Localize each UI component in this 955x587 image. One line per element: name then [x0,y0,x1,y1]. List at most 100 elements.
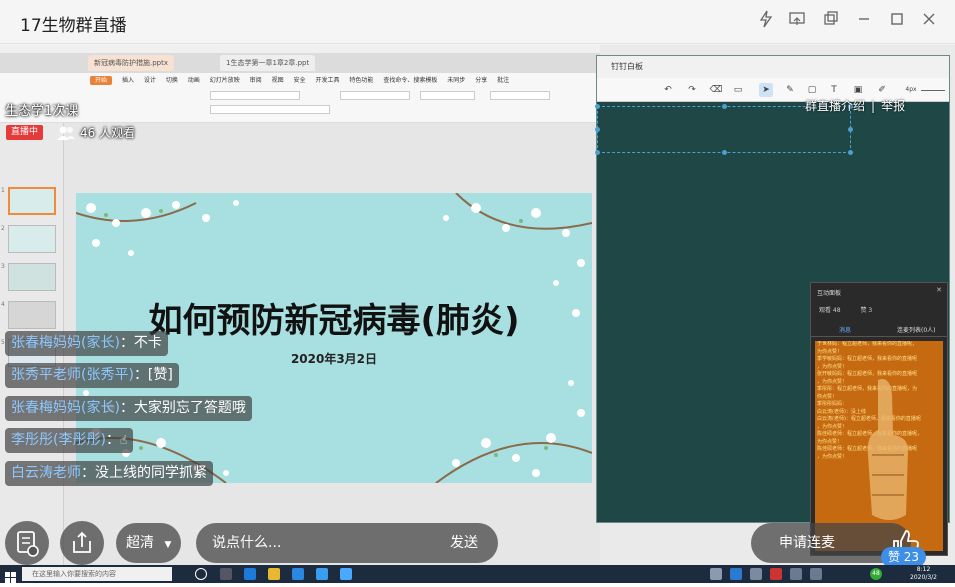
slide-thumb-2[interactable] [8,225,56,253]
slide-thumb-3[interactable] [8,263,56,291]
paragraph-box[interactable] [340,91,410,100]
undo-icon[interactable]: ↶ [661,83,675,97]
tab-raise-hand[interactable]: 连麦列表(0人) [897,325,936,334]
report-link[interactable]: 举报 [881,99,905,113]
popout-icon[interactable] [820,10,842,32]
cortana-icon[interactable] [195,568,207,580]
ppt-tab-2[interactable]: 1生态学第一章1章2章.ppt [220,55,316,71]
comment-input[interactable]: 说点什么... 发送 [196,523,498,563]
ppt-menu-transition[interactable]: 切换 [166,77,178,84]
tray-icon[interactable] [750,568,762,580]
comment-text: ：大家别忘了答题哦 [119,400,246,416]
ppt-menu-slideshow[interactable]: 幻灯片放映 [210,77,240,84]
thumb-number: 1 [1,187,5,194]
title-bar: 17生物群直播 [0,0,955,44]
clear-icon[interactable]: ▭ [731,83,745,97]
close-icon[interactable] [918,10,940,32]
app-icon[interactable] [316,568,328,580]
tab-messages[interactable]: 消息 [839,325,851,334]
selection-handle[interactable] [722,150,727,155]
comment-author[interactable]: 张秀平老师(张秀平) [11,367,134,383]
app-icon[interactable] [340,568,352,580]
dingtalk-icon[interactable] [292,568,304,580]
minimize-icon[interactable] [853,10,875,32]
selection-handle[interactable] [848,127,853,132]
windows-start-icon[interactable] [5,568,16,583]
clock[interactable]: 8:12 2020/3/2 [910,566,937,582]
text-icon[interactable]: T [827,83,841,97]
ppt-menu-review[interactable]: 审阅 [250,77,262,84]
ppt-menu-search[interactable]: 查找命令、搜索模板 [383,77,437,84]
interaction-panel: 互动面板 ✕ 观看 48 赞 3 消息 连麦列表(0人) 于世林妈：程立超老师，… [810,282,948,556]
tray-icon[interactable] [730,568,742,580]
selection-handle[interactable] [722,104,727,109]
panel-close-icon[interactable]: ✕ [936,286,942,294]
quality-select[interactable]: 超清 ▼ [116,523,181,563]
share-button[interactable] [60,521,104,565]
lightning-icon[interactable] [755,10,777,32]
thumb-number: 2 [1,225,5,232]
note-button[interactable] [5,521,49,565]
comment-text: ：没上线的同学抓紧 [81,465,207,481]
ppt-menu-security[interactable]: 安全 [294,77,306,84]
live-video: 新冠病毒防护措施.pptx 1生态学第一章1章2章.ppt 开始 插入 设计 切… [0,45,955,565]
size-label: 4px [905,86,917,93]
ppt-menu-design[interactable]: 设计 [144,77,156,84]
ppt-tab-1[interactable]: 新冠病毒防护措施.pptx [88,55,174,71]
eraser-icon[interactable]: ⌫ [709,83,723,97]
group-intro-link[interactable]: 群直播介绍 [805,99,865,113]
selection-handle[interactable] [848,150,853,155]
font-box[interactable] [210,91,300,100]
ppt-menu-features[interactable]: 特色功能 [349,77,373,84]
tray-icon[interactable] [710,568,722,580]
ppt-menu-share[interactable]: 分享 [475,77,487,84]
ppt-menu-insert[interactable]: 插入 [122,77,134,84]
selection-handle[interactable] [595,150,600,155]
pen-icon[interactable]: ✎ [783,83,797,97]
shape-box[interactable] [420,91,475,100]
screen-share-icon[interactable] [786,10,808,32]
comment-item: 张春梅妈妈(家长)：不卡 [5,331,168,356]
task-view-icon[interactable] [220,568,232,580]
ppt-menu-unsynced[interactable]: 未同步 [447,77,465,84]
taskbar-search[interactable]: 在这里输入你要搜索的内容 [22,567,172,581]
tray-icon[interactable] [790,568,802,580]
ppt-menu-animation[interactable]: 动画 [188,77,200,84]
comment-author[interactable]: 白云涛老师 [11,465,81,481]
ppt-menu-view[interactable]: 视图 [272,77,284,84]
redo-icon[interactable]: ↷ [685,83,699,97]
selection-handle[interactable] [595,127,600,132]
file-explorer-icon[interactable] [268,568,280,580]
maximize-icon[interactable] [886,10,908,32]
size-slider[interactable] [921,90,945,91]
tray-icon[interactable] [810,568,822,580]
tray-icon[interactable] [770,568,782,580]
thumbs-up-animation-icon [867,379,908,520]
selection-handle[interactable] [595,104,600,109]
slide-thumb-1[interactable] [8,187,56,215]
ppt-menu-devtools[interactable]: 开发工具 [315,77,339,84]
ppt-menu-comment[interactable]: 批注 [497,77,509,84]
slide-thumb-4[interactable] [8,301,56,329]
comment-author[interactable]: 张春梅妈妈(家长) [11,400,120,416]
taskbar: 在这里输入你要搜索的内容 48 8:12 2020/3/2 [0,565,955,583]
comment-item: 白云涛老师：没上线的同学抓紧 [5,461,213,486]
ppt-ribbon: 开始 插入 设计 切换 动画 幻灯片放映 审阅 视图 安全 开发工具 特色功能 … [0,73,600,123]
comment-item: 张秀平老师(张秀平)：[赞] [5,363,179,388]
send-button[interactable]: 发送 [450,523,478,563]
arrange-box[interactable] [490,91,550,100]
live-badge: 直播中 [6,125,44,140]
ppt-menu-start[interactable]: 开始 [90,76,113,85]
image-icon[interactable]: ▣ [851,83,865,97]
comment-author[interactable]: 李彤彤(李彤彤) [11,432,106,448]
panel-message: ，为你点赞！ [817,363,848,370]
comment-item: 李彤彤(李彤彤)：☝ [5,428,134,453]
top-links: 群直播介绍 | 举报 [805,97,905,114]
pointer-icon[interactable]: ➤ [759,83,773,97]
comment-author[interactable]: 张春梅妈妈(家长) [11,335,120,351]
shape-icon[interactable]: ▢ [805,83,819,97]
brush-icon[interactable]: ✐ [875,83,889,97]
format-box[interactable] [210,105,330,114]
edge-icon[interactable] [244,568,256,580]
thumb-number: 4 [1,301,5,308]
